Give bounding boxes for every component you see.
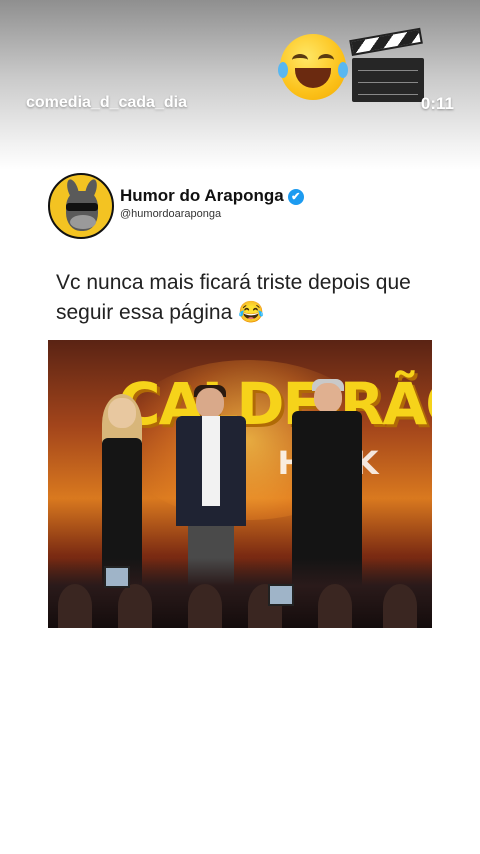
audience-head [58, 584, 92, 628]
donkey-snout [70, 215, 96, 229]
emoji-eye [318, 54, 334, 66]
clapper-line [358, 94, 418, 95]
audience-head [118, 584, 152, 628]
video-frame[interactable]: CALDEIRÃO HUCK [48, 340, 432, 628]
avatar[interactable] [48, 173, 114, 239]
post-header: Humor do Araponga ✔ @humordoaraponga [48, 173, 388, 243]
person-shirt [202, 416, 220, 506]
clapper-line [358, 70, 418, 71]
author-handle[interactable]: @humordoaraponga [120, 208, 221, 220]
clapper-line [358, 82, 418, 83]
emoji-tear [338, 62, 348, 78]
person-head [314, 383, 342, 413]
clapperboard-icon [349, 27, 424, 102]
emoji-mouth [295, 68, 331, 88]
person-head [108, 398, 136, 428]
laughing-emoji-icon [278, 34, 348, 100]
verified-badge-icon: ✔ [287, 188, 304, 205]
show-logo-text: CALDEIRÃO [118, 370, 432, 438]
post-text: Vc nunca mais ficará triste depois que s… [56, 271, 411, 324]
audience-crowd [48, 558, 432, 628]
emoji-eye [292, 54, 308, 66]
author-name[interactable]: Humor do Araponga ✔ [120, 186, 304, 206]
audience-head [318, 584, 352, 628]
phone-icon [104, 566, 130, 588]
donkey-glasses [66, 203, 98, 211]
audience-head [188, 584, 222, 628]
clapper-body [352, 58, 424, 102]
story-username[interactable]: comedia_d_cada_dia [26, 94, 187, 112]
audience-head [383, 584, 417, 628]
person-head [196, 388, 224, 418]
story-timestamp: 0:11 [420, 94, 454, 113]
emoji-tear [278, 62, 288, 78]
phone-icon [268, 584, 294, 606]
author-name-text: Humor do Araponga [120, 186, 284, 205]
